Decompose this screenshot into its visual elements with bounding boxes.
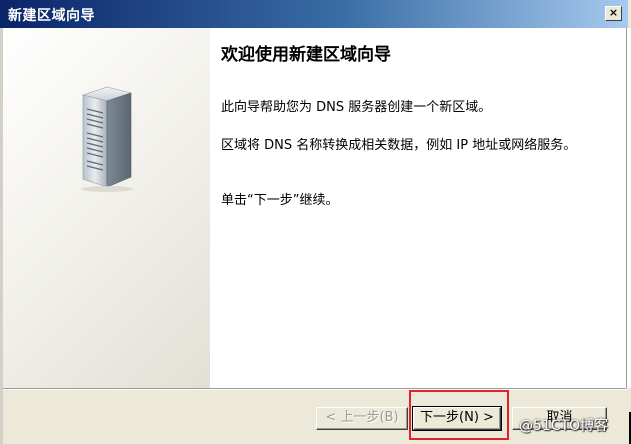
continue-instruction-text: 单击“下一步”继续。	[221, 193, 339, 208]
window-right-border	[626, 28, 631, 388]
close-button[interactable]: ×	[605, 6, 622, 21]
server-icon	[81, 86, 133, 192]
button-area-separator	[3, 388, 626, 390]
cancel-button[interactable]: 取消	[512, 407, 607, 430]
new-zone-wizard-window: 新建区域向导 × 欢迎使用新建区域向导 此向导帮助您为 DNS 服务器创建一个新…	[0, 0, 631, 444]
window-title: 新建区域向导	[8, 8, 95, 24]
close-icon: ×	[608, 6, 619, 19]
title-bar[interactable]: 新建区域向导 ×	[0, 0, 628, 28]
description-text: 此向导帮助您为 DNS 服务器创建一个新区域。	[221, 100, 492, 115]
next-button[interactable]: 下一步(N) >	[412, 406, 502, 431]
wizard-content: 欢迎使用新建区域向导 此向导帮助您为 DNS 服务器创建一个新区域。 区域将 D…	[210, 28, 626, 388]
wizard-side-panel	[3, 28, 210, 388]
zone-explanation-text: 区域将 DNS 名称转换成相关数据，例如 IP 地址或网络服务。	[221, 138, 577, 153]
back-button[interactable]: < 上一步(B)	[316, 407, 408, 430]
page-title: 欢迎使用新建区域向导	[221, 45, 391, 65]
